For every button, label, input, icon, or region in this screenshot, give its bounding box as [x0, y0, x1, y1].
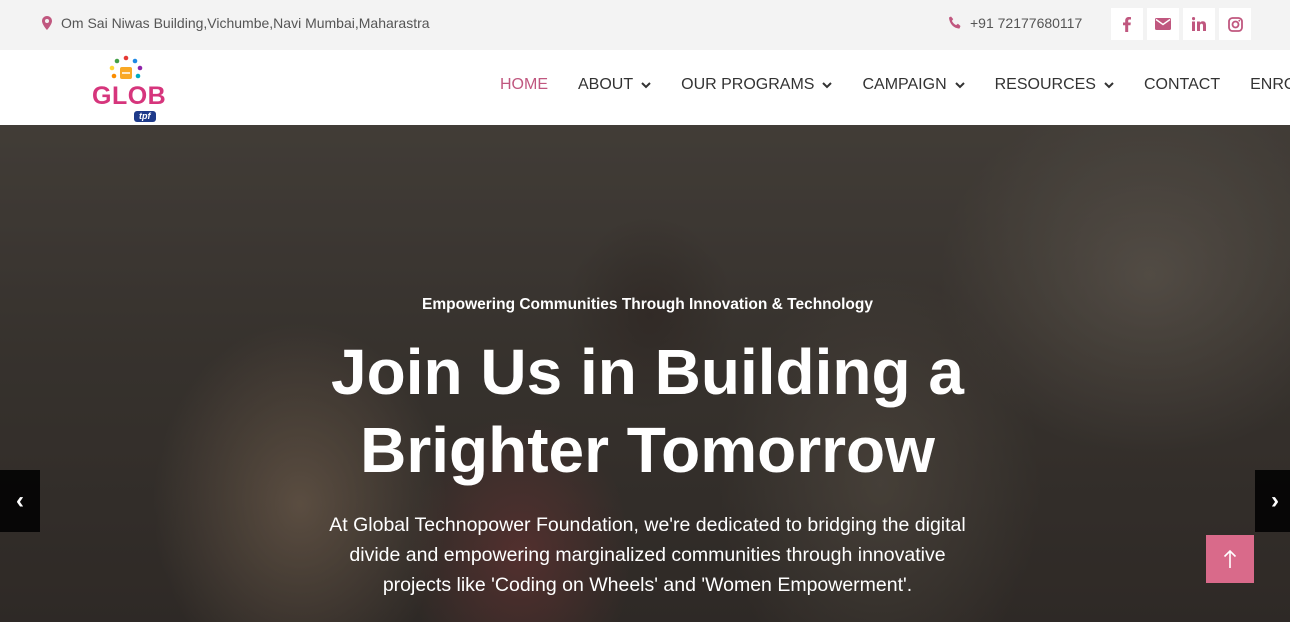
nav-contact-label: CONTACT — [1143, 76, 1221, 93]
chevron-down-icon — [641, 81, 651, 88]
linkedin-button[interactable] — [1183, 8, 1215, 40]
map-marker-icon — [42, 16, 52, 30]
nav-campaign[interactable]: CAMPAIGN — [862, 76, 965, 94]
facebook-icon — [1123, 16, 1131, 32]
site-header: GLOB tpf HOME ABOUT OUR PROGRAMS CAMPAIG… — [0, 50, 1290, 125]
chevron-down-icon — [822, 81, 833, 88]
hero-description: At Global Technopower Foundation, we're … — [0, 510, 1290, 600]
logo-graphic — [109, 55, 143, 79]
address-text: Om Sai Niwas Building,Vichumbe,Navi Mumb… — [61, 15, 430, 31]
hero-headline-line1: Join Us in Building a — [331, 336, 964, 408]
top-bar: Om Sai Niwas Building,Vichumbe,Navi Mumb… — [0, 0, 1290, 50]
nav-home-label: HOME — [500, 76, 548, 93]
instagram-icon — [1227, 16, 1243, 32]
social-links — [1111, 8, 1251, 40]
instagram-button[interactable] — [1219, 8, 1251, 40]
address: Om Sai Niwas Building,Vichumbe,Navi Mumb… — [42, 15, 430, 31]
linkedin-icon — [1192, 17, 1206, 31]
envelope-icon — [1155, 18, 1171, 30]
hero-description-line3: projects like 'Coding on Wheels' and 'Wo… — [382, 574, 913, 596]
hero-headline-line2: Brighter Tomorrow — [360, 414, 935, 486]
nav-campaign-label: CAMPAIGN — [862, 76, 947, 93]
chevron-right-icon: › — [1271, 487, 1279, 514]
arrow-up-icon — [1223, 549, 1237, 568]
hero-slider: Empowering Communities Through Innovatio… — [0, 125, 1290, 622]
phone-icon — [949, 16, 961, 29]
chevron-down-icon — [1104, 81, 1114, 88]
main-nav: HOME ABOUT OUR PROGRAMS CAMPAIGN RESOURC… — [500, 76, 1290, 94]
phone[interactable]: +91 72177680117 — [948, 15, 1082, 31]
nav-enroll[interactable]: ENROLL — [1250, 76, 1290, 94]
slider-next-button[interactable]: › — [1255, 470, 1290, 532]
slider-prev-button[interactable]: ‹ — [0, 470, 40, 532]
logo-tag: tpf — [134, 111, 156, 122]
nav-enroll-label: ENROLL — [1250, 76, 1290, 93]
nav-about-label: ABOUT — [578, 76, 634, 93]
chevron-left-icon: ‹ — [16, 487, 24, 514]
nav-our-programs[interactable]: OUR PROGRAMS — [681, 76, 833, 94]
hero-description-line1: At Global Technopower Foundation, we're … — [329, 514, 966, 536]
logo[interactable]: GLOB tpf — [92, 55, 168, 123]
nav-home[interactable]: HOME — [500, 76, 548, 94]
chevron-down-icon — [954, 81, 965, 88]
nav-contact[interactable]: CONTACT — [1144, 76, 1220, 94]
hero-kicker: Empowering Communities Through Innovatio… — [422, 296, 873, 313]
nav-resources-label: RESOURCES — [994, 76, 1096, 93]
hero-description-line2: divide and empowering marginalized commu… — [349, 544, 946, 566]
logo-text: GLOB — [92, 82, 167, 110]
hero-headline: Join Us in Building a Brighter Tomorrow — [0, 333, 1290, 489]
nav-resources[interactable]: RESOURCES — [995, 76, 1114, 94]
email-button[interactable] — [1147, 8, 1179, 40]
phone-text[interactable]: +91 72177680117 — [970, 15, 1082, 31]
nav-about[interactable]: ABOUT — [578, 76, 651, 94]
back-to-top-button[interactable] — [1206, 535, 1254, 583]
nav-our-programs-label: OUR PROGRAMS — [681, 76, 815, 93]
facebook-button[interactable] — [1111, 8, 1143, 40]
